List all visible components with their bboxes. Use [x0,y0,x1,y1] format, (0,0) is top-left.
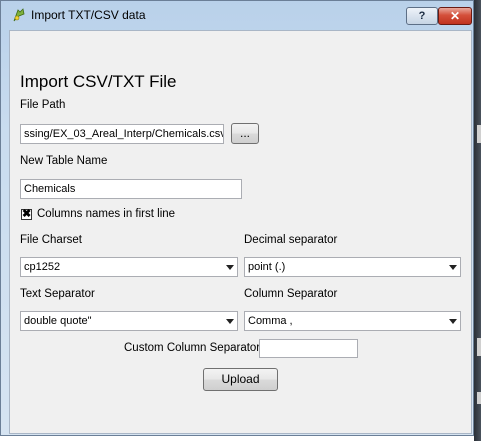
file-path-label: File Path [20,99,66,111]
chevron-down-icon [226,265,234,270]
background-window-edge [474,0,481,441]
columns-names-checkbox[interactable]: ✖ [21,209,32,220]
text-separator-value: double quote" [24,315,92,327]
table-name-field[interactable]: Chemicals [20,179,242,199]
columns-names-label: Columns names in first line [37,208,176,220]
import-dialog-window: Import TXT/CSV data ? ✕ Import CSV/TXT F… [0,0,474,436]
edge-mark [477,338,481,356]
column-separator-label: Column Separator [244,288,338,300]
window-title: Import TXT/CSV data [31,8,146,22]
column-separator-value: Comma , [248,315,293,327]
decimal-separator-label: Decimal separator [244,234,338,246]
titlebar[interactable]: Import TXT/CSV data ? ✕ [1,1,473,29]
file-charset-label: File Charset [20,234,82,246]
file-charset-value: cp1252 [24,261,61,273]
table-name-label: New Table Name [20,155,108,167]
column-separator-select[interactable]: Comma , [244,311,461,331]
form-heading: Import CSV/TXT File [20,72,177,91]
custom-separator-label: Custom Column Separator: [124,342,264,354]
chevron-down-icon [449,265,457,270]
upload-button[interactable]: Upload [203,368,278,391]
dialog-body: Import CSV/TXT File File Path ssing/EX_0… [9,30,472,434]
edge-mark [477,125,481,143]
file-charset-select[interactable]: cp1252 [20,257,238,277]
chevron-down-icon [449,319,457,324]
file-path-field[interactable]: ssing/EX_03_Areal_Interp/Chemicals.csv [20,124,224,144]
text-separator-label: Text Separator [20,288,95,300]
chevron-down-icon [226,319,234,324]
edge-mark [477,392,481,404]
close-button[interactable]: ✕ [438,7,472,25]
custom-separator-field[interactable] [259,339,358,358]
browse-button[interactable]: ... [231,123,259,144]
decimal-separator-value: point (.) [248,261,286,273]
text-separator-select[interactable]: double quote" [20,311,238,331]
qgis-icon [13,8,25,22]
help-button[interactable]: ? [406,7,438,25]
decimal-separator-select[interactable]: point (.) [244,257,461,277]
